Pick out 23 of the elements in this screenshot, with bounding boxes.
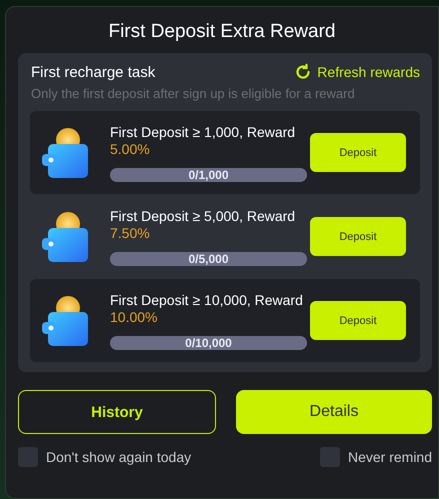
wallet-coin-icon [42,126,90,180]
task-label: First Deposit ≥ 10,000, Reward [110,292,304,308]
checkbox[interactable] [320,447,340,467]
deposit-button[interactable]: Deposit [310,217,406,256]
task-label: First Deposit ≥ 1,000, Reward [110,124,296,140]
refresh-button[interactable]: Refresh rewards [294,63,420,81]
option-label: Don't show again today [46,449,192,465]
option-label: Never remind [348,449,432,465]
deposit-button[interactable]: Deposit [310,301,406,340]
checkbox[interactable] [18,447,38,467]
deposit-button[interactable]: Deposit [310,133,406,172]
reward-percent: 10.00% [110,308,158,324]
reward-percent: 5.00% [110,140,151,156]
refresh-icon [294,63,312,81]
details-button[interactable]: Details [236,390,432,434]
wallet-coin-icon [42,210,90,264]
task-heading: First recharge task [31,64,156,80]
history-button[interactable]: History [18,390,216,434]
dialog-title: First Deposit Extra Reward [107,20,336,44]
reward-percent: 7.50% [110,224,151,240]
eligibility-note: Only the first deposit after sign up is eligible for a reward [31,86,356,101]
task-label: First Deposit ≥ 5,000, Reward [110,208,296,224]
wallet-coin-icon [42,294,90,348]
